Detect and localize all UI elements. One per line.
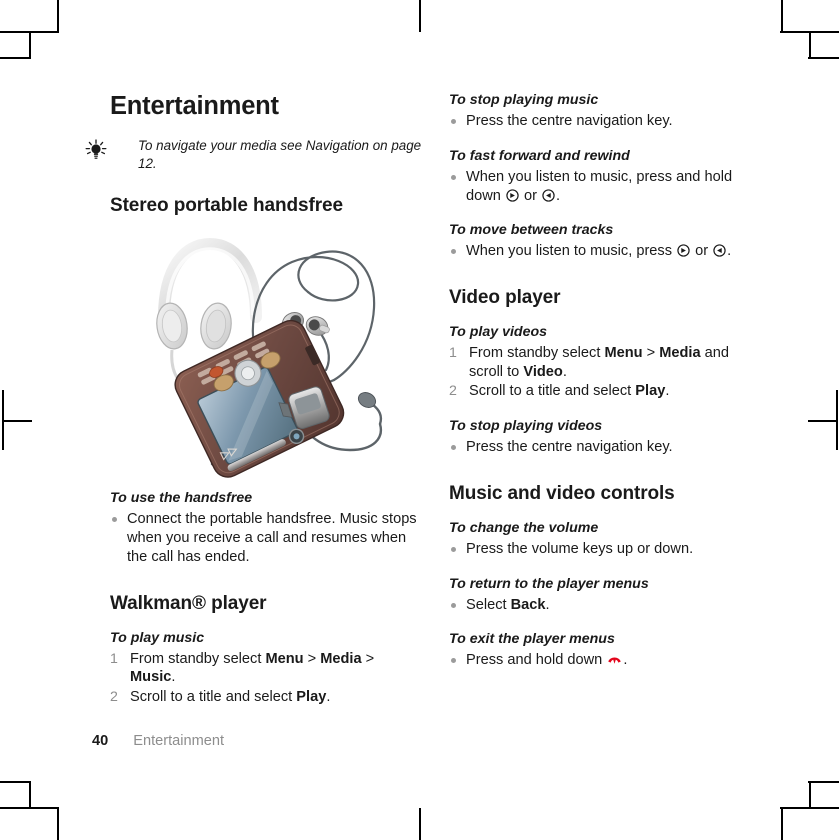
list-item: When you listen to music, press and hold…	[449, 168, 761, 206]
task-list-to-play-videos: From standby select Menu > Media and scr…	[449, 344, 761, 401]
footer-chapter-label: Entertainment	[133, 733, 225, 749]
end-call-icon	[607, 652, 622, 665]
task-title-to-change-the-volume: To change the volume	[449, 519, 599, 536]
list-item: Connect the portable handsfree. Music st…	[110, 510, 422, 566]
task-list-to-move-between-tracks: When you listen to music, press or .	[449, 242, 761, 261]
task-list-to-return-to-the-player-menus: Select Back.	[449, 596, 761, 615]
footer-page-number: 40	[92, 733, 109, 749]
circled-left-arrow-icon	[542, 188, 555, 202]
ui-term-media: Media	[320, 650, 362, 667]
crop-mark-bottom-left-inner-horizontal	[0, 781, 31, 783]
crop-mark-bottom-left-vertical	[57, 808, 59, 840]
task-list-to-change-the-volume: Press the volume keys up or down.	[449, 540, 761, 559]
trim-mark-right-horizontal	[808, 420, 838, 422]
page-footer: 40 Entertainment	[92, 733, 224, 751]
list-item: Select Back.	[449, 596, 761, 615]
ui-term-video: Video	[523, 363, 563, 380]
list-item: When you listen to music, press or .	[449, 242, 761, 261]
crop-mark-top-center	[419, 0, 421, 32]
section-heading-video-player: Video player	[449, 287, 561, 309]
manual-page: Entertainment To navigate your media see…	[0, 0, 839, 840]
separator: >	[646, 344, 656, 361]
trim-mark-left-horizontal	[2, 420, 32, 422]
task-title-to-stop-playing-music: To stop playing music	[449, 92, 599, 108]
task-title-to-fast-forward-and-rewind: To fast forward and rewind	[449, 147, 630, 164]
tip-note: To navigate your media see Navigation on…	[85, 137, 422, 173]
task-list-to-stop-playing-music: Press the centre navigation key.	[449, 112, 761, 131]
separator: >	[365, 650, 375, 667]
crop-mark-bottom-right-inner-vertical	[809, 782, 811, 809]
crop-mark-top-right-inner-vertical	[809, 31, 811, 58]
tip-text: To navigate your media see Navigation on…	[138, 137, 422, 171]
separator: >	[307, 650, 317, 667]
crop-mark-bottom-left-inner-vertical	[29, 782, 31, 809]
crop-mark-top-right-vertical	[781, 0, 783, 32]
list-item: Scroll to a title and select Play.	[110, 688, 331, 706]
task-title-to-play-music: To play music	[110, 629, 205, 646]
ui-term-media: Media	[659, 344, 701, 361]
ui-term-play: Play	[296, 689, 327, 706]
task-title-to-use-the-handsfree: To use the handsfree	[110, 490, 253, 507]
circled-right-arrow-icon	[677, 244, 690, 258]
stereo-portable-handsfree-illustration: ▷▷	[112, 222, 412, 484]
list-item: Press and hold down .	[449, 651, 761, 670]
section-heading-stereo-portable-handsfree: Stereo portable handsfree	[110, 194, 343, 216]
list-item: Press the centre navigation key.	[449, 112, 761, 131]
ui-term-music: Music	[130, 669, 172, 686]
right-column: To stop playing music Press the centre n…	[449, 92, 761, 671]
ui-term-menu: Menu	[265, 650, 304, 667]
ui-term-menu: Menu	[604, 344, 643, 361]
crop-mark-bottom-center	[419, 808, 421, 840]
task-title-to-exit-the-player-menus: To exit the player menus	[449, 631, 615, 648]
crop-mark-top-left-inner-vertical	[29, 31, 31, 58]
ui-term-back: Back	[510, 596, 546, 613]
ui-term-play: Play	[635, 383, 666, 400]
task-title-to-return-to-the-player-menus: To return to the player menus	[449, 575, 649, 592]
crop-mark-bottom-right-inner-horizontal	[808, 781, 839, 783]
list-item: Scroll to a title and select Play.	[449, 382, 670, 400]
crop-mark-top-left-inner-horizontal	[0, 57, 31, 59]
crop-mark-bottom-right-vertical	[781, 808, 783, 840]
list-item: Press the centre navigation key.	[449, 438, 761, 457]
task-list-to-use-the-handsfree: Connect the portable handsfree. Music st…	[110, 510, 422, 566]
task-list-to-stop-playing-videos: Press the centre navigation key.	[449, 438, 761, 457]
task-title-to-play-videos: To play videos	[449, 323, 548, 340]
task-title-to-move-between-tracks: To move between tracks	[449, 222, 614, 239]
task-list-to-exit-the-player-menus: Press and hold down .	[449, 651, 761, 670]
task-title-to-stop-playing-videos: To stop playing videos	[449, 418, 603, 435]
circled-right-arrow-icon	[506, 188, 519, 202]
section-heading-walkman-player: Walkman® player	[110, 592, 267, 614]
task-list-to-fast-forward-and-rewind: When you listen to music, press and hold…	[449, 168, 761, 206]
list-item: Press the volume keys up or down.	[449, 540, 761, 559]
page-title: Entertainment	[110, 92, 279, 120]
section-heading-music-and-video-controls: Music and video controls	[449, 483, 675, 504]
circled-left-arrow-icon	[713, 244, 726, 258]
task-list-to-play-music: From standby select Menu > Media > Music…	[110, 650, 422, 707]
crop-mark-top-right-inner-horizontal	[808, 57, 839, 59]
list-item: From standby select Menu > Media > Music…	[110, 650, 375, 686]
crop-mark-top-left-vertical	[57, 0, 59, 32]
list-item: From standby select Menu > Media and scr…	[449, 344, 729, 380]
lightbulb-icon	[84, 138, 110, 161]
